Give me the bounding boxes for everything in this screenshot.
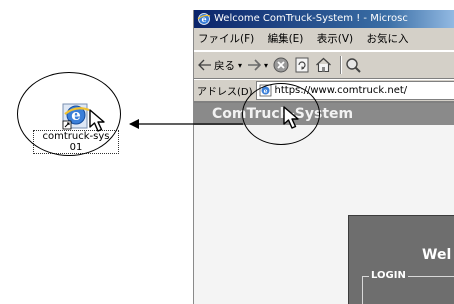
refresh-icon (295, 57, 309, 73)
back-button[interactable]: 戻る ▾ (198, 54, 242, 76)
refresh-button[interactable] (294, 54, 310, 76)
menu-edit[interactable]: 編集(E) (268, 33, 304, 45)
welcome-heading: Wel (422, 247, 452, 263)
forward-button[interactable]: ▾ (247, 54, 268, 76)
forward-arrow-icon (248, 59, 262, 71)
search-button[interactable] (345, 54, 361, 76)
login-box: LOGIN (362, 269, 454, 304)
menu-favorites[interactable]: お気に入 (366, 33, 408, 45)
back-label: 戻る (214, 59, 235, 72)
menu-bar: ファイル(F) 編集(E) 表示(V) お気に入 (194, 28, 454, 51)
back-dropdown-icon[interactable]: ▾ (238, 61, 242, 70)
menu-view[interactable]: 表示(V) (317, 33, 353, 45)
mouse-cursor-icon (89, 109, 105, 132)
home-button[interactable] (315, 54, 332, 76)
stop-icon (273, 57, 289, 73)
toolbar-separator (340, 56, 343, 74)
menu-file[interactable]: ファイル(F) (198, 33, 254, 45)
forward-dropdown-icon[interactable]: ▾ (264, 61, 268, 70)
login-label: LOGIN (369, 269, 408, 283)
address-label: アドレス(D) (197, 87, 253, 98)
title-bar: e Welcome ComTruck-System ! - Microsc (194, 10, 454, 28)
back-arrow-icon (198, 59, 211, 71)
tutorial-illustration: e comtruck-sys 01 e Welcome ComTruck-Sys… (0, 0, 454, 304)
mouse-cursor-icon-address (283, 106, 299, 129)
window-title: Welcome ComTruck-System ! - Microsc (214, 13, 408, 24)
highlight-circle-address (242, 83, 320, 145)
welcome-panel: Wel LOGIN (348, 215, 454, 304)
address-bar: アドレス(D) e https://www.comtruck.net/ (194, 79, 454, 102)
stop-button[interactable] (273, 54, 289, 76)
toolbar: 戻る ▾ ▾ (194, 51, 454, 79)
search-icon (346, 58, 361, 73)
home-icon (316, 57, 331, 73)
ie-window-icon: e (197, 13, 211, 25)
site-banner: ComTruck-System (194, 103, 454, 125)
